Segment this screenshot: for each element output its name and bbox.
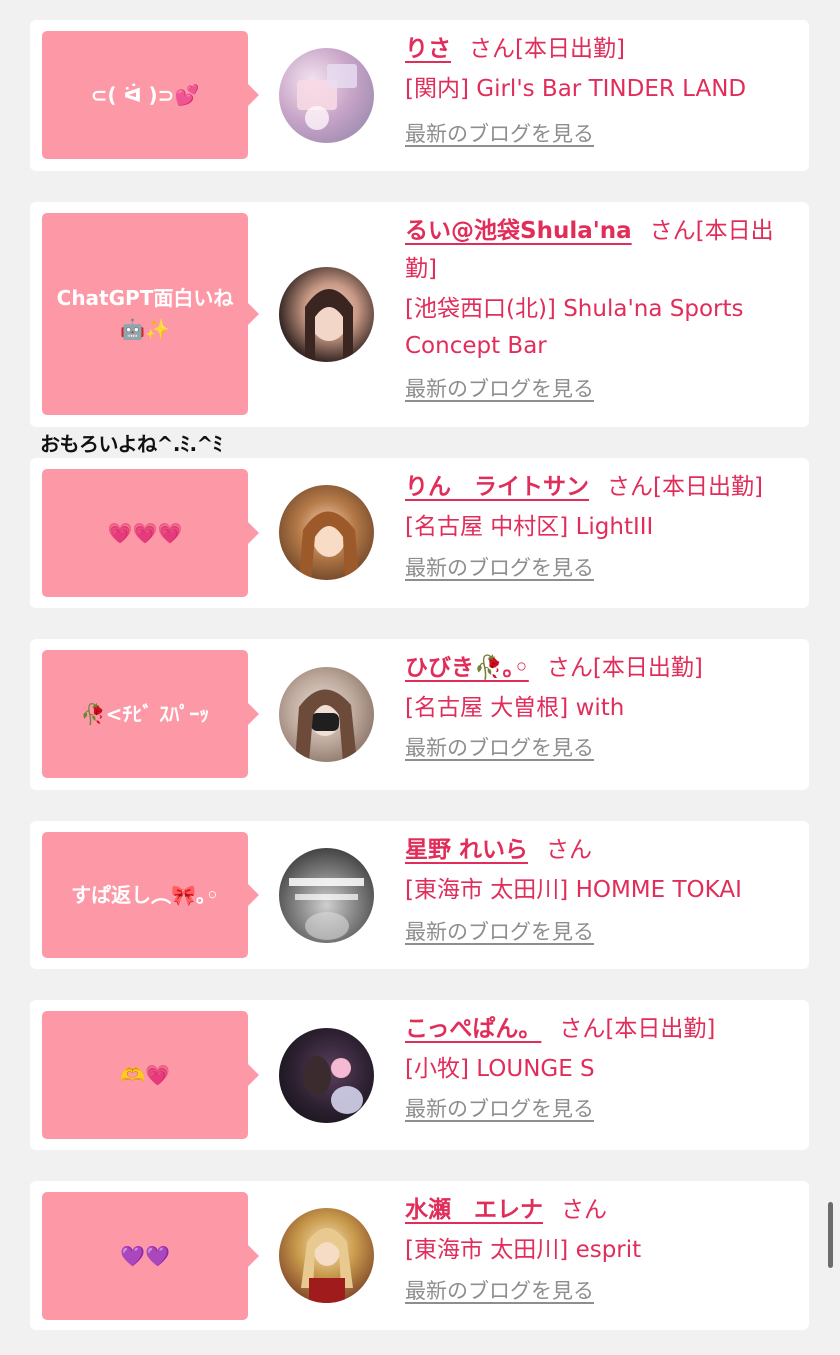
message-bubble: すぱ返し︵🎀｡◦ (42, 832, 259, 958)
message-text: ⊂( ᐛ )⊃💕 (90, 82, 200, 107)
avatar[interactable] (279, 848, 374, 943)
latest-blog-link[interactable]: 最新のブログを見る (405, 553, 594, 583)
cast-card: 🥀<ﾁﾋﾞ ｽﾊﾟｰｯ ひびき🥀｡◦ さん[本日出勤] [名古屋 大曽根] wit… (30, 639, 809, 790)
honorific: さん (607, 474, 653, 500)
message-text: 🥀<ﾁﾋﾞ ｽﾊﾟｰｯ (80, 701, 210, 726)
message-text: ChatGPT面白いね 🤖✨ (56, 286, 234, 341)
message-text: 💗💗💗 (107, 520, 183, 545)
shop-info: [池袋西口(北)] Shula'na Sports Concept Bar (405, 296, 744, 359)
scrollbar[interactable] (828, 1202, 833, 1268)
status-badge: [本日出勤] (605, 1016, 716, 1042)
latest-blog-link[interactable]: 最新のブログを見る (405, 374, 594, 404)
cast-info: 星野 れいら さん [東海市 太田川] HOMME TOKAI 最新のブログを見る (405, 831, 783, 947)
avatar[interactable] (279, 1028, 374, 1123)
message-bubble: 💜💜 (42, 1192, 259, 1320)
cast-card: 💜💜 水瀬 エレナ さん [東海市 太田川] esprit 最新のブログを見る (30, 1181, 809, 1330)
honorific: さん (559, 1016, 606, 1042)
cast-name-link[interactable]: こっぺぱん。 (405, 1016, 541, 1042)
status-badge: [本日出勤] (515, 36, 625, 62)
latest-blog-link[interactable]: 最新のブログを見る (405, 1276, 594, 1306)
cast-card: ⊂( ᐛ )⊃💕 りさ さん[本日出勤] [関内] Girl's Bar TIND… (30, 20, 809, 171)
message-bubble: ChatGPT面白いね 🤖✨ (42, 213, 259, 415)
cast-info: こっぺぱん。 さん[本日出勤] [小牧] LOUNGE S 最新のブログを見る (405, 1010, 783, 1124)
cast-card: すぱ返し︵🎀｡◦ 星野 れいら さん [東海市 太田川] HOMME TOKAI … (30, 821, 809, 969)
shop-info: [名古屋 大曽根] with (405, 695, 625, 721)
latest-blog-link[interactable]: 最新のブログを見る (405, 917, 594, 947)
shop-info: [名古屋 中村区] LightIII (405, 514, 654, 540)
cast-info: るい@池袋Shula'na さん[本日出勤] [池袋西口(北)] Shula'na… (405, 212, 783, 404)
status-badge: [本日出勤] (653, 474, 763, 500)
avatar[interactable] (279, 1208, 374, 1303)
message-bubble: 🫶💗 (42, 1011, 259, 1139)
message-text: 🫶💗 (120, 1062, 170, 1087)
honorific: さん (546, 655, 593, 681)
avatar[interactable] (279, 485, 374, 580)
message-bubble: ⊂( ᐛ )⊃💕 (42, 31, 259, 159)
cast-info: りさ さん[本日出勤] [関内] Girl's Bar TINDER LAND 最… (405, 30, 783, 149)
avatar[interactable] (279, 48, 374, 143)
shop-info: [関内] Girl's Bar TINDER LAND (405, 76, 747, 102)
honorific: さん (469, 36, 515, 62)
latest-blog-link[interactable]: 最新のブログを見る (405, 733, 594, 763)
cast-name-link[interactable]: ひびき🥀｡◦ (405, 655, 529, 681)
latest-blog-link[interactable]: 最新のブログを見る (405, 119, 594, 149)
cast-name-link[interactable]: るい@池袋Shula'na (405, 218, 632, 244)
cast-info: 水瀬 エレナ さん [東海市 太田川] esprit 最新のブログを見る (405, 1191, 783, 1306)
message-bubble: 🥀<ﾁﾋﾞ ｽﾊﾟｰｯ (42, 650, 259, 778)
cast-card: 🫶💗 こっぺぱん。 さん[本日出勤] [小牧] LOUNGE S 最新のブログを見… (30, 1000, 809, 1150)
cast-card: 💗💗💗 りん ライトサン さん[本日出勤] [名古屋 中村区] LightIII … (30, 458, 809, 608)
message-bubble: 💗💗💗 (42, 469, 259, 597)
stray-overlay-text: おもろいよね^.ﾐ.^ﾐ (40, 432, 223, 456)
honorific: さん (561, 1197, 607, 1223)
status-badge: [本日出勤] (592, 655, 703, 681)
shop-info: [東海市 太田川] esprit (405, 1237, 642, 1263)
cast-name-link[interactable]: 水瀬 エレナ (405, 1197, 543, 1223)
cast-card: ChatGPT面白いね 🤖✨ るい@池袋Shula'na さん[本日出勤] [池袋… (30, 202, 809, 427)
avatar[interactable] (279, 267, 374, 362)
cast-name-link[interactable]: りさ (405, 36, 451, 62)
honorific: さん (546, 837, 593, 863)
honorific: さん (649, 218, 696, 244)
cast-info: ひびき🥀｡◦ さん[本日出勤] [名古屋 大曽根] with 最新のブログを見る (405, 649, 783, 763)
latest-blog-link[interactable]: 最新のブログを見る (405, 1094, 594, 1124)
message-text: すぱ返し︵🎀｡◦ (71, 882, 219, 907)
cast-name-link[interactable]: りん ライトサン (405, 474, 589, 500)
shop-info: [小牧] LOUNGE S (405, 1056, 595, 1082)
avatar[interactable] (279, 667, 374, 762)
cast-info: りん ライトサン さん[本日出勤] [名古屋 中村区] LightIII 最新のブ… (405, 468, 783, 583)
cast-name-link[interactable]: 星野 れいら (405, 837, 528, 863)
message-text: 💜💜 (120, 1243, 170, 1268)
shop-info: [東海市 太田川] HOMME TOKAI (405, 877, 742, 903)
